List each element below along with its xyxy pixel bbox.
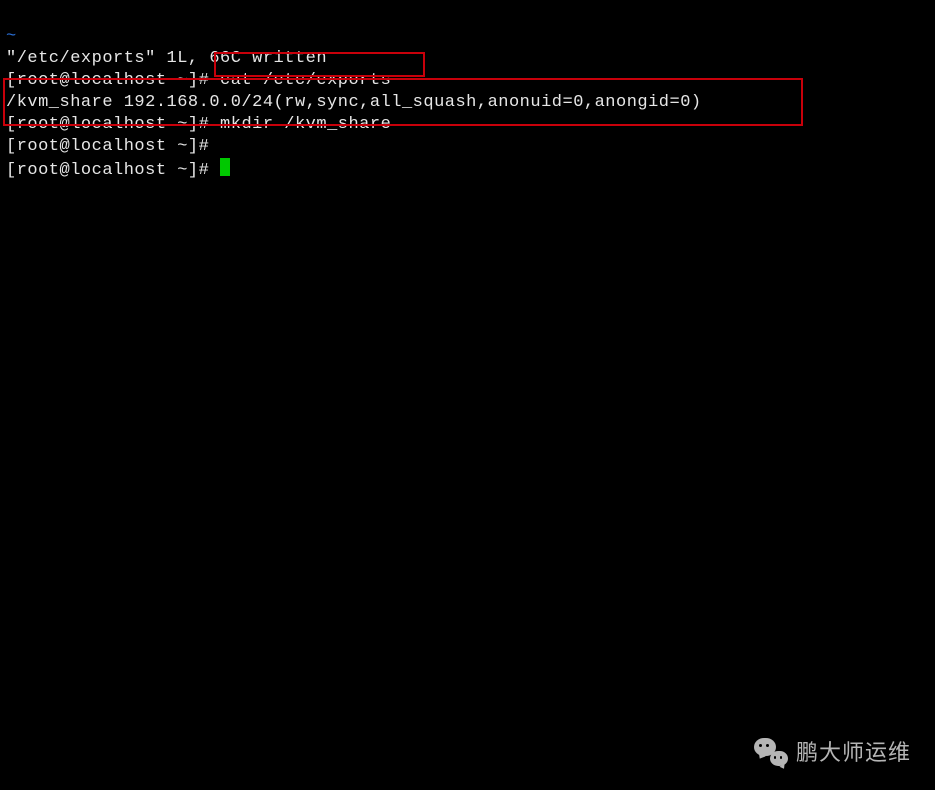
vim-tilde: ~	[6, 27, 17, 46]
prompt-4: [root@localhost ~]#	[6, 161, 220, 180]
wechat-icon	[754, 738, 788, 768]
command-cat: cat /etc/exports	[220, 71, 391, 90]
watermark: 鹏大师运维	[754, 738, 911, 768]
prompt-2: [root@localhost ~]#	[6, 115, 220, 134]
watermark-text: 鹏大师运维	[796, 742, 911, 764]
vim-write-msg: "/etc/exports" 1L, 66C written	[6, 49, 327, 68]
terminal-cursor	[220, 158, 230, 176]
terminal-output[interactable]: ~ "/etc/exports" 1L, 66C written [root@l…	[0, 0, 935, 186]
prompt-3: [root@localhost ~]#	[6, 137, 220, 156]
exports-file-content: /kvm_share 192.168.0.0/24(rw,sync,all_sq…	[6, 93, 702, 112]
prompt-1: [root@localhost ~]#	[6, 71, 220, 90]
command-mkdir: mkdir /kvm_share	[220, 115, 391, 134]
